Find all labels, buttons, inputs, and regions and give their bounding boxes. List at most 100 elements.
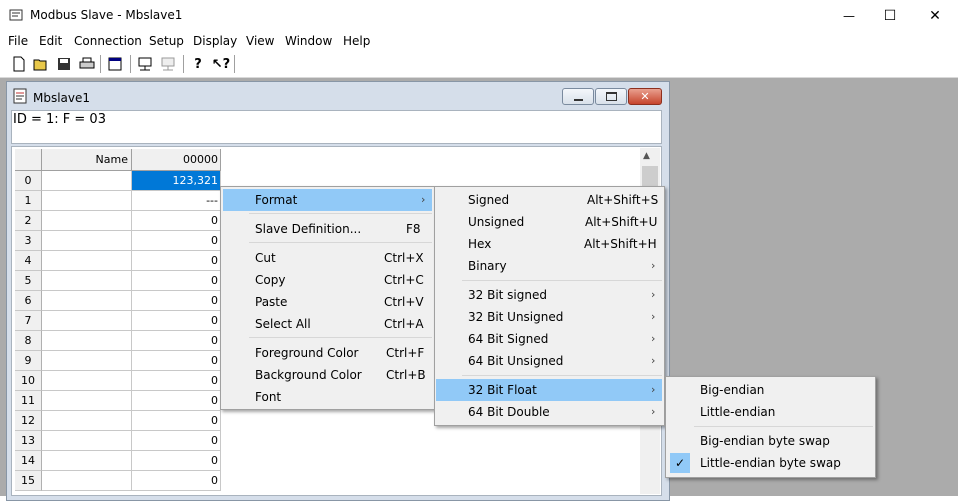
- close-button[interactable]: ✕: [912, 0, 958, 31]
- value-cell[interactable]: 0: [132, 271, 221, 291]
- row-header[interactable]: 3: [15, 231, 42, 251]
- menu-item-big-endian[interactable]: Big-endian: [668, 379, 873, 401]
- name-cell[interactable]: [42, 371, 132, 391]
- menu-display[interactable]: Display: [193, 34, 237, 48]
- context-help-icon[interactable]: ↖?: [212, 55, 230, 73]
- row-header[interactable]: 4: [15, 251, 42, 271]
- disconnect-icon[interactable]: [159, 55, 177, 73]
- menu-view[interactable]: View: [246, 34, 274, 48]
- value-cell[interactable]: 0: [132, 471, 221, 491]
- row-header[interactable]: 5: [15, 271, 42, 291]
- row-header[interactable]: 6: [15, 291, 42, 311]
- menu-item-64bit-signed[interactable]: 64 Bit Signed ›: [436, 328, 662, 350]
- row-header[interactable]: 11: [15, 391, 42, 411]
- child-close-button[interactable]: ✕: [628, 88, 662, 105]
- menu-item-32bit-unsigned[interactable]: 32 Bit Unsigned ›: [436, 306, 662, 328]
- name-cell[interactable]: [42, 431, 132, 451]
- name-cell[interactable]: [42, 391, 132, 411]
- row-header[interactable]: 7: [15, 311, 42, 331]
- menu-window[interactable]: Window: [285, 34, 332, 48]
- menu-item-slave-definition[interactable]: Slave Definition... F8: [223, 218, 432, 240]
- name-cell[interactable]: [42, 231, 132, 251]
- menu-item-cut[interactable]: Cut Ctrl+X: [223, 247, 432, 269]
- app-icon[interactable]: [8, 7, 24, 23]
- menu-item-copy[interactable]: Copy Ctrl+C: [223, 269, 432, 291]
- menu-item-binary[interactable]: Binary ›: [436, 255, 662, 277]
- value-cell[interactable]: 0: [132, 391, 221, 411]
- print-icon[interactable]: [78, 55, 96, 73]
- menu-item-foreground-color[interactable]: Foreground Color Ctrl+F: [223, 342, 432, 364]
- name-cell[interactable]: [42, 211, 132, 231]
- value-cell[interactable]: 0: [132, 431, 221, 451]
- new-icon[interactable]: [10, 55, 28, 73]
- value-cell[interactable]: 0: [132, 251, 221, 271]
- row-header[interactable]: 12: [15, 411, 42, 431]
- row-header[interactable]: 14: [15, 451, 42, 471]
- child-minimize-button[interactable]: [562, 88, 594, 105]
- row-header[interactable]: 0: [15, 171, 42, 191]
- menu-item-hex[interactable]: Hex Alt+Shift+H: [436, 233, 662, 255]
- menu-setup[interactable]: Setup: [149, 34, 184, 48]
- row-header[interactable]: 1: [15, 191, 42, 211]
- value-cell[interactable]: 0: [132, 371, 221, 391]
- minimize-button[interactable]: —: [826, 0, 872, 31]
- submenu-arrow-icon: ›: [651, 405, 656, 418]
- window-icon[interactable]: [106, 55, 124, 73]
- name-cell[interactable]: [42, 311, 132, 331]
- name-cell[interactable]: [42, 271, 132, 291]
- menu-item-select-all[interactable]: Select All Ctrl+A: [223, 313, 432, 335]
- row-header[interactable]: 15: [15, 471, 42, 491]
- menu-item-64bit-unsigned[interactable]: 64 Bit Unsigned ›: [436, 350, 662, 372]
- selected-value-cell[interactable]: 123,321: [132, 171, 221, 191]
- maximize-button[interactable]: ☐: [867, 0, 913, 31]
- menu-item-32bit-float[interactable]: 32 Bit Float ›: [436, 379, 662, 401]
- menu-file[interactable]: File: [8, 34, 28, 48]
- menu-connection[interactable]: Connection: [74, 34, 142, 48]
- menu-item-little-endian[interactable]: Little-endian: [668, 401, 873, 423]
- menu-item-unsigned[interactable]: Unsigned Alt+Shift+U: [436, 211, 662, 233]
- menu-item-little-endian-byte-swap[interactable]: ✓ Little-endian byte swap: [668, 452, 873, 474]
- menu-item-background-color[interactable]: Background Color Ctrl+B: [223, 364, 432, 386]
- name-cell[interactable]: [42, 191, 132, 211]
- value-cell[interactable]: 0: [132, 231, 221, 251]
- menu-item-font[interactable]: Font: [223, 386, 432, 408]
- value-cell[interactable]: 0: [132, 351, 221, 371]
- name-cell[interactable]: [42, 411, 132, 431]
- name-cell[interactable]: [42, 471, 132, 491]
- name-cell[interactable]: [42, 171, 132, 191]
- menu-item-format[interactable]: Format ›: [223, 189, 432, 211]
- value-cell[interactable]: 0: [132, 411, 221, 431]
- menu-item-32bit-signed[interactable]: 32 Bit signed ›: [436, 284, 662, 306]
- row-header[interactable]: 13: [15, 431, 42, 451]
- address-column-header[interactable]: 00000: [132, 149, 221, 171]
- menu-item-paste[interactable]: Paste Ctrl+V: [223, 291, 432, 313]
- document-icon[interactable]: [12, 88, 28, 104]
- child-restore-button[interactable]: [595, 88, 627, 105]
- row-header[interactable]: 9: [15, 351, 42, 371]
- scroll-up-icon[interactable]: ▲: [643, 151, 650, 161]
- value-cell[interactable]: 0: [132, 291, 221, 311]
- name-cell[interactable]: [42, 331, 132, 351]
- menu-item-big-endian-byte-swap[interactable]: Big-endian byte swap: [668, 430, 873, 452]
- value-cell[interactable]: 0: [132, 311, 221, 331]
- name-cell[interactable]: [42, 251, 132, 271]
- open-icon[interactable]: [32, 55, 50, 73]
- name-cell[interactable]: [42, 351, 132, 371]
- value-cell[interactable]: 0: [132, 451, 221, 471]
- menu-help[interactable]: Help: [343, 34, 370, 48]
- row-header[interactable]: 8: [15, 331, 42, 351]
- value-cell[interactable]: ---: [132, 191, 221, 211]
- value-cell[interactable]: 0: [132, 211, 221, 231]
- save-icon[interactable]: [55, 55, 73, 73]
- name-cell[interactable]: [42, 291, 132, 311]
- menu-item-signed[interactable]: Signed Alt+Shift+S: [436, 189, 662, 211]
- row-header[interactable]: 10: [15, 371, 42, 391]
- name-cell[interactable]: [42, 451, 132, 471]
- value-cell[interactable]: 0: [132, 331, 221, 351]
- menu-item-64bit-double[interactable]: 64 Bit Double ›: [436, 401, 662, 423]
- connect-icon[interactable]: [136, 55, 154, 73]
- menu-edit[interactable]: Edit: [39, 34, 62, 48]
- name-column-header[interactable]: Name: [42, 149, 132, 171]
- help-icon[interactable]: ?: [189, 55, 207, 73]
- row-header[interactable]: 2: [15, 211, 42, 231]
